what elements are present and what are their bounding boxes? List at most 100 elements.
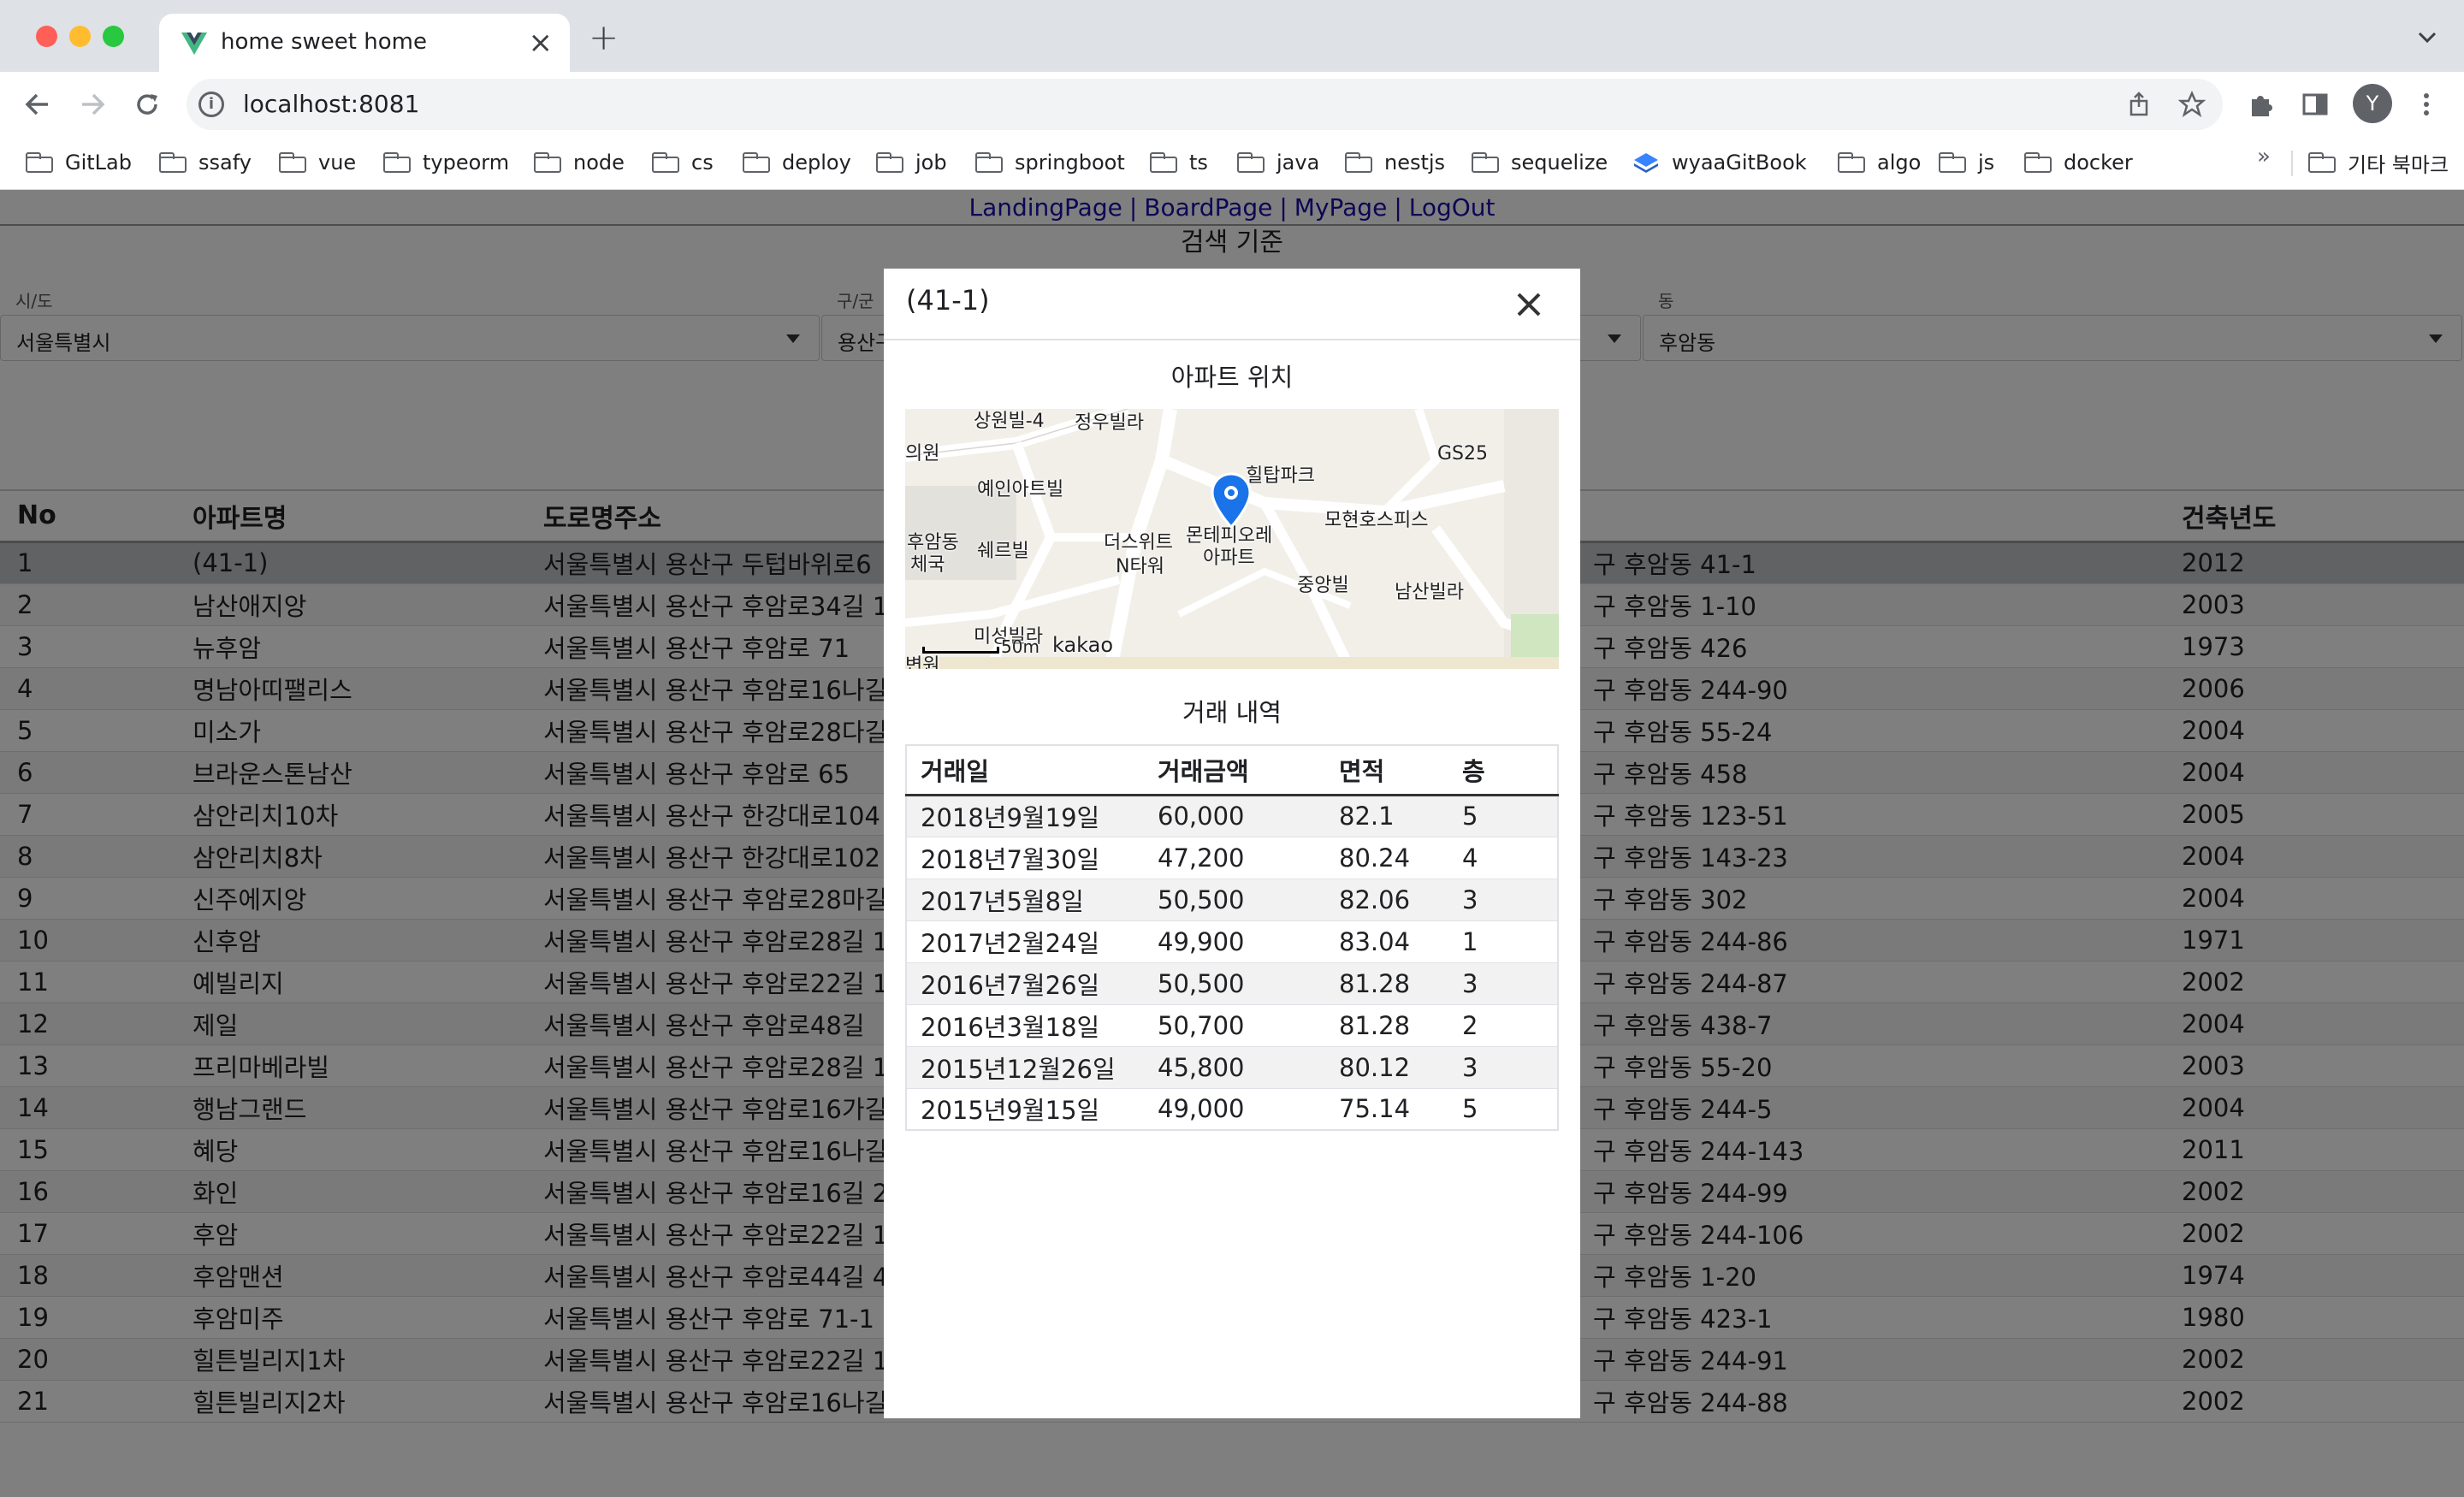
bookmark-wyaagitbook[interactable]: wyaaGitBook xyxy=(1632,145,1807,180)
bookmark-java[interactable]: java xyxy=(1237,145,1319,180)
table-cell: 2018년7월30일 xyxy=(906,837,1144,879)
table-cell: 2018년9월19일 xyxy=(906,795,1144,837)
table-cell: 1 xyxy=(1448,920,1558,963)
deal-history-table: 거래일 거래금액 면적 층 2018년9월19일 60,000 82.1 5 2018년… xyxy=(905,744,1559,1131)
bookmark-js[interactable]: js xyxy=(1939,145,1994,180)
apartment-detail-modal: (41-1) 아파트 위치 상원빌-4 정우빌라 의원 예인아트빌 힐탑파크 G… xyxy=(884,269,1580,1418)
bookmark-job[interactable]: job xyxy=(876,145,947,180)
table-cell: 2016년7월26일 xyxy=(906,962,1144,1005)
table-cell: 4 xyxy=(1448,837,1558,879)
bookmarks-bar: GitLab ssafy vue typeorm node cs deploy … xyxy=(0,137,2464,190)
browser-tab-bar: home sweet home × + xyxy=(0,0,2464,72)
bookmark-ssafy[interactable]: ssafy xyxy=(159,145,252,180)
table-cell: 81.28 xyxy=(1325,962,1448,1005)
table-cell: 3 xyxy=(1448,962,1558,1005)
map-label: 모현호스피스 xyxy=(1324,510,1429,531)
table-cell: 81.28 xyxy=(1325,1004,1448,1047)
kakao-logo: kakao xyxy=(1052,633,1114,657)
map-label: 남산빌라 xyxy=(1395,582,1464,603)
folder-icon xyxy=(2024,152,2052,173)
folder-icon xyxy=(975,152,1003,173)
table-cell: 2015년9월15일 xyxy=(906,1088,1144,1131)
extensions-puzzle-icon[interactable] xyxy=(2245,87,2279,121)
folder-icon xyxy=(1838,152,1865,173)
table-cell: 50,500 xyxy=(1144,879,1325,921)
deal-column-header: 층 xyxy=(1448,745,1558,796)
folder-icon xyxy=(1939,152,1966,173)
map-section-title: 아파트 위치 xyxy=(1170,363,1294,392)
new-tab-icon[interactable]: + xyxy=(589,19,619,56)
close-icon[interactable] xyxy=(1512,287,1546,322)
bookmark-algo[interactable]: algo xyxy=(1838,145,1921,180)
window-close-button[interactable] xyxy=(36,26,57,47)
folder-icon xyxy=(26,152,53,173)
table-cell: 50,500 xyxy=(1144,962,1325,1005)
bookmark-typeorm[interactable]: typeorm xyxy=(383,145,509,180)
window-maximize-button[interactable] xyxy=(103,26,124,47)
bookmark-other[interactable]: 기타 북마크 xyxy=(2308,145,2449,180)
table-cell: 3 xyxy=(1448,879,1558,921)
table-cell: 45,800 xyxy=(1144,1046,1325,1089)
folder-icon xyxy=(1472,152,1499,173)
reload-icon[interactable] xyxy=(130,87,164,121)
share-icon[interactable] xyxy=(2125,91,2153,118)
map-label: 아파트 xyxy=(1203,547,1255,569)
table-cell: 82.06 xyxy=(1325,879,1448,921)
map-label: 상원빌-4 xyxy=(974,411,1045,432)
deal-row: 2017년5월8일 50,500 82.06 3 xyxy=(906,879,1558,921)
address-bar[interactable]: i localhost:8081 xyxy=(187,79,2223,130)
window-minimize-button[interactable] xyxy=(69,26,91,47)
deal-row: 2016년3월18일 50,700 81.28 2 xyxy=(906,1004,1558,1047)
tab-title: home sweet home xyxy=(221,29,427,55)
browser-toolbar: i localhost:8081 Y xyxy=(0,72,2464,137)
bookmark-node[interactable]: node xyxy=(534,145,625,180)
folder-icon xyxy=(383,152,411,173)
bookmark-sequelize[interactable]: sequelize xyxy=(1472,145,1608,180)
table-cell: 80.12 xyxy=(1325,1046,1448,1089)
bookmark-vue[interactable]: vue xyxy=(279,145,356,180)
bookmark-springboot[interactable]: springboot xyxy=(975,145,1125,180)
tab-close-icon[interactable]: × xyxy=(529,26,554,60)
folder-icon xyxy=(534,152,561,173)
deal-row: 2018년7월30일 47,200 80.24 4 xyxy=(906,837,1558,879)
more-menu-icon[interactable] xyxy=(2409,87,2443,121)
table-cell: 47,200 xyxy=(1144,837,1325,879)
bookmark-cs[interactable]: cs xyxy=(652,145,714,180)
deal-header-row: 거래일 거래금액 면적 층 xyxy=(906,745,1558,796)
map-scale-label: 50m xyxy=(1001,636,1040,657)
deal-row: 2018년9월19일 60,000 82.1 5 xyxy=(906,795,1558,837)
bookmarks-overflow-icon[interactable]: » xyxy=(2257,144,2271,169)
bookmark-ts[interactable]: ts xyxy=(1150,145,1208,180)
map-label: 힐탑파크 xyxy=(1246,465,1315,487)
map-marker-icon[interactable] xyxy=(1210,472,1253,529)
table-cell: 80.24 xyxy=(1325,837,1448,879)
side-panel-icon[interactable] xyxy=(2298,87,2332,121)
modal-header: (41-1) xyxy=(884,269,1580,340)
deal-column-header: 거래일 xyxy=(906,745,1144,796)
deal-column-header: 거래금액 xyxy=(1144,745,1325,796)
bookmark-gitlab[interactable]: GitLab xyxy=(26,145,132,180)
map-label: 체국 xyxy=(910,554,945,576)
folder-icon xyxy=(652,152,679,173)
folder-icon xyxy=(1237,152,1265,173)
table-cell: 2 xyxy=(1448,1004,1558,1047)
bookmark-deploy[interactable]: deploy xyxy=(743,145,851,180)
profile-avatar[interactable]: Y xyxy=(2353,84,2392,123)
bookmark-nestjs[interactable]: nestjs xyxy=(1345,145,1445,180)
table-cell: 49,900 xyxy=(1144,920,1325,963)
map-label: 예인아트빌 xyxy=(977,479,1064,500)
deal-row: 2015년12월26일 45,800 80.12 3 xyxy=(906,1046,1558,1089)
folder-icon xyxy=(1150,152,1177,173)
map-label: 중앙빌 xyxy=(1297,575,1349,596)
bookmark-star-icon[interactable] xyxy=(2178,91,2206,118)
site-info-icon[interactable]: i xyxy=(198,92,224,117)
table-cell: 83.04 xyxy=(1325,920,1448,963)
folder-icon xyxy=(1345,152,1372,173)
gitbook-icon xyxy=(1634,153,1658,173)
chevron-down-icon[interactable] xyxy=(2416,26,2438,48)
back-arrow-icon[interactable] xyxy=(21,87,55,121)
location-map[interactable]: 상원빌-4 정우빌라 의원 예인아트빌 힐탑파크 GS25 모현호스피스 후암동… xyxy=(905,409,1559,669)
forward-arrow-icon[interactable] xyxy=(75,87,110,121)
browser-tab[interactable]: home sweet home × xyxy=(159,14,570,72)
bookmark-docker[interactable]: docker xyxy=(2024,145,2133,180)
